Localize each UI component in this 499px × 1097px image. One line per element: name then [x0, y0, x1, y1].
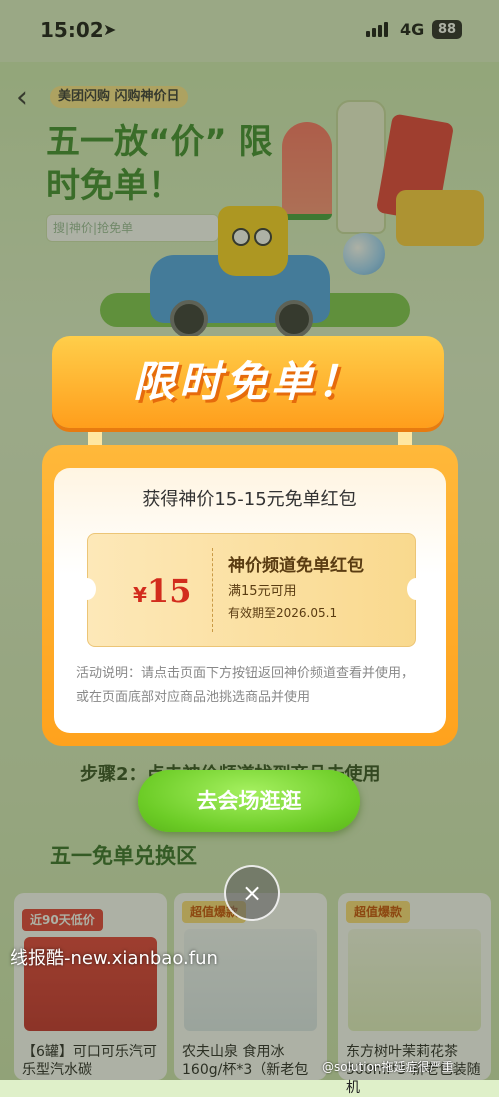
coupon-validity: 有效期至2026.05.1	[228, 606, 338, 620]
coupon-condition: 满15元可用	[228, 584, 297, 599]
popup-title: 限时免单！	[132, 357, 363, 406]
coupon-value: 15	[146, 572, 192, 610]
currency-symbol: ¥	[133, 583, 147, 607]
activity-description: 活动说明：请点击页面下方按钮返回神价频道查看并使用，或在页面底部对应商品池挑选商…	[76, 666, 415, 705]
close-icon[interactable]: ×	[224, 865, 280, 921]
popup-banner: 限时免单！	[52, 336, 444, 428]
coupon-title: 神价频道免单红包	[228, 556, 364, 576]
weibo-watermark: @solution拖延症很严重	[322, 1060, 454, 1074]
watermark-text: 线报酷-new.xianbao.fun	[10, 948, 218, 969]
coupon-amount: ¥15	[133, 572, 191, 610]
go-venue-button[interactable]: 去会场逛逛	[138, 770, 360, 832]
reward-text: 获得神价15-15元免单红包	[142, 489, 357, 510]
